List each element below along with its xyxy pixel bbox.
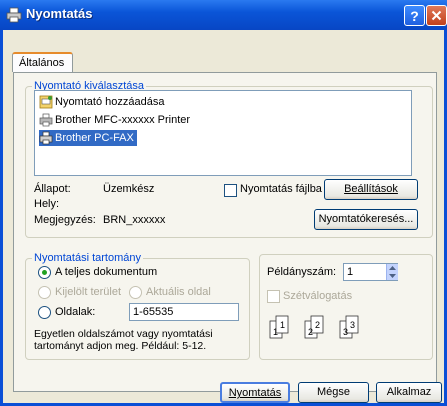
settings-button[interactable]: Beállítások	[324, 179, 418, 200]
pages-radio[interactable]	[38, 306, 51, 319]
collate-checkbox[interactable]	[267, 290, 280, 303]
svg-text:2: 2	[308, 327, 313, 337]
svg-text:2: 2	[315, 320, 320, 330]
list-item-label: Nyomtató hozzáadása	[55, 96, 165, 108]
print-range-legend: Nyomtatási tartomány	[34, 252, 141, 264]
list-item-pc-fax[interactable]: Brother PC-FAX	[39, 130, 137, 146]
settings-button-label: Beállítások	[344, 183, 398, 195]
collate-label: Szétválogatás	[283, 290, 353, 302]
collate-preview-icon: 11 22 33	[269, 315, 359, 339]
print-button[interactable]: Nyomtatás	[220, 382, 290, 403]
status-label: Állapot:	[34, 183, 71, 195]
printer-icon	[6, 7, 22, 23]
svg-text:3: 3	[343, 327, 348, 337]
fax-printer-icon	[39, 131, 53, 145]
status-value: Üzemkész	[103, 183, 155, 195]
selection-label: Kijelölt terület	[55, 286, 122, 298]
find-printer-button[interactable]: Nyomtatókeresés...	[314, 209, 418, 230]
comment-value: BRN_xxxxxx	[103, 214, 166, 226]
window-title: Nyomtatás	[26, 6, 93, 21]
svg-text:1: 1	[273, 327, 278, 337]
apply-button[interactable]: Alkalmaz	[376, 382, 442, 403]
svg-text:1: 1	[280, 320, 285, 330]
printer-icon	[39, 113, 53, 127]
spin-arrows-icon	[389, 266, 396, 278]
pages-input[interactable]: 1-65535	[129, 303, 239, 321]
add-printer-icon	[39, 95, 53, 109]
list-item-label: Brother PC-FAX	[55, 132, 134, 144]
range-hint-text: Egyetlen oldalszámot vagy nyomtatási tar…	[34, 328, 213, 352]
close-button[interactable]	[426, 5, 447, 26]
list-item-add-printer[interactable]: Nyomtató hozzáadása	[39, 94, 167, 110]
list-item-mfc-printer[interactable]: Brother MFC-xxxxxx Printer	[39, 112, 193, 128]
all-pages-label: A teljes dokumentum	[55, 266, 158, 278]
current-page-radio[interactable]	[129, 286, 142, 299]
print-button-label: Nyomtatás	[228, 387, 282, 399]
comment-label: Megjegyzés:	[34, 214, 96, 226]
copies-label: Példányszám:	[267, 266, 337, 278]
print-to-file-checkbox[interactable]	[224, 184, 237, 197]
copies-spin-button[interactable]	[386, 264, 398, 280]
all-pages-radio[interactable]	[38, 266, 51, 279]
selection-radio[interactable]	[38, 286, 51, 299]
svg-text:3: 3	[350, 320, 355, 330]
copies-value: 1	[347, 266, 354, 278]
pages-label: Oldalak:	[55, 306, 96, 318]
print-to-file-label: Nyomtatás fájlba	[240, 183, 322, 195]
radio-selected-dot	[42, 270, 47, 275]
location-label: Hely:	[34, 198, 60, 210]
printer-list[interactable]: Nyomtató hozzáadása Brother MFC-xxxxxx P…	[34, 90, 412, 176]
list-item-label: Brother MFC-xxxxxx Printer	[55, 114, 191, 126]
help-button[interactable]: ?	[404, 5, 425, 26]
title-bar[interactable]: Nyomtatás ?	[0, 0, 447, 30]
tab-general[interactable]: Általános	[12, 52, 73, 72]
current-page-label: Aktuális oldal	[146, 286, 211, 298]
close-icon	[431, 10, 442, 21]
cancel-button[interactable]: Mégse	[298, 382, 369, 403]
